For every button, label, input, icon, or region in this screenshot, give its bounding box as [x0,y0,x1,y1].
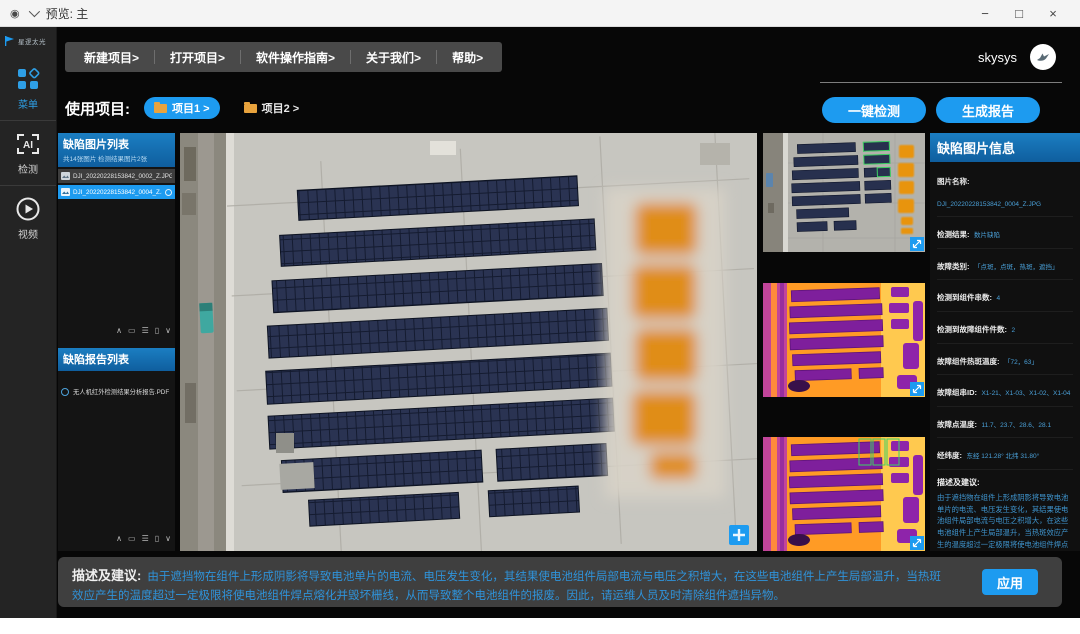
report-list-item[interactable]: 无人机红外检测结果分析报告.PDF [58,385,175,398]
field-string-id: 故障组串ID: X1-21、X1-03、X1-02、X1-04 [937,375,1073,407]
main-menubar: 新建项目> 打开项目> 软件操作指南> 关于我们> 帮助> [65,42,502,72]
image-list-item-selected[interactable]: DJI_20220228153842_0004_Z.JPG [58,185,175,199]
photo-icon [61,172,70,180]
logo-text: 星逻太光 [18,36,46,46]
bottom-advice-bar: 描述及建议:由于遮挡物在组件上形成阴影将导致电池单片的电流、电压发生变化，其结果… [58,557,1062,607]
defect-report-list-header: 缺陷报告列表 [58,348,175,371]
bird-icon [1035,49,1051,65]
minimize-button[interactable]: − [968,0,1002,27]
expand-icon[interactable] [910,382,924,396]
project-tab-1[interactable]: 项目1 > [144,97,220,119]
apply-button[interactable]: 应用 [982,569,1038,595]
field-detect-result: 检测结果: 数片缺陷 [937,217,1073,249]
window-title: 预览: 主 [46,5,89,22]
thumbnail-thermal-2[interactable] [763,437,925,551]
logo-flag-icon [4,35,15,46]
advice-text: 由于遮挡物在组件上形成阴影将导致电池单片的电流、电压发生变化，其结果使电池组件局… [72,571,941,602]
expand-icon[interactable] [910,536,924,550]
description-text: 由于遮挡物在组件上形成阴影将导致电池单片的电流、电压发生变化，其结果使电池组件局… [937,492,1073,551]
project-tab-2[interactable]: 项目2 > [234,97,310,119]
image-list-item[interactable]: DJI_20220228153842_0002_Z.JPG [58,169,175,183]
trash-icon[interactable]: ▯ [155,327,159,335]
user-box: skysys [978,44,1056,70]
app-logo: 星逻太光 [0,27,56,56]
app-content: 星逻太光 菜单 AI 检测 [0,27,1080,618]
menu-open-project[interactable]: 打开项目> [155,42,240,72]
expand-icon[interactable] [910,237,924,251]
field-fault-point-temp: 故障点温度: 11.7、23.7、28.6、28.1 [937,407,1073,439]
main-aerial-image[interactable] [180,133,757,551]
field-lat-lng: 经纬度: 东经 121.28° 北纬 31.80° [937,438,1073,470]
one-key-detect-button[interactable]: 一键检测 [822,97,926,123]
folder-icon[interactable]: ▭ [128,327,136,335]
zoom-plus-button[interactable] [729,525,749,545]
field-hotspot-temp: 故障组件热斑温度: 「72，63」 [937,344,1073,376]
svg-text:AI: AI [23,140,33,151]
collapse-down-icon[interactable]: ∨ [165,327,171,335]
record-icon[interactable]: ◉ [10,7,20,20]
username: skysys [978,50,1017,65]
app-window: ◉ 预览: 主 − □ × 星逻太光 [0,0,1080,634]
header-divider [820,82,1062,83]
advice-label: 描述及建议: [72,568,141,583]
project-bar-label: 使用项目: [65,98,130,119]
defect-image-list-header: 缺陷图片列表 共14张图片 检测结果图片2张 [58,133,175,167]
left-panel: 缺陷图片列表 共14张图片 检测结果图片2张 DJI_2022022815384… [58,133,175,551]
field-fault-module-count: 检测到故障组件件数: 2 [937,312,1073,344]
maximize-button[interactable]: □ [1002,0,1036,27]
field-string-count: 检测到组件串数: 4 [937,280,1073,312]
generate-report-button[interactable]: 生成报告 [936,97,1040,123]
close-button[interactable]: × [1036,0,1070,27]
play-icon [15,196,41,222]
defect-info-panel: 缺陷图片信息 图片名称: DJI_20220228153842_0004_Z.J… [930,133,1080,551]
menu-new-project[interactable]: 新建项目> [69,42,154,72]
defect-image-list-subtitle: 共14张图片 检测结果图片2张 [63,153,170,163]
menu-grid-icon [15,66,41,92]
image-list-toolbar: ∧ ▭ ☰ ▯ ∨ [116,327,171,335]
title-bar: ◉ 预览: 主 − □ × [0,0,1080,27]
menu-help[interactable]: 帮助> [437,42,498,72]
photo-icon [61,188,70,196]
folder-icon [154,104,167,113]
pdf-icon [61,388,69,396]
description-label: 描述及建议: [937,477,1073,488]
blurred-sign [605,188,725,498]
info-panel-title: 缺陷图片信息 [930,133,1080,162]
thumbnail-thermal-1[interactable] [763,283,925,397]
thumbnail-visible-light[interactable] [763,133,925,252]
field-image-name: 图片名称: DJI_20220228153842_0004_Z.JPG [937,164,1073,217]
report-list-toolbar: ∧ ▭ ☰ ▯ ∨ [116,535,171,543]
menu-guide[interactable]: 软件操作指南> [241,42,350,72]
chevron-down-icon[interactable] [28,6,39,17]
menu-about[interactable]: 关于我们> [351,42,436,72]
sidebar-item-menu[interactable]: 菜单 [0,56,56,120]
field-fault-category: 故障类别: 「点斑，点斑，热斑，遮挡」 [937,249,1073,281]
folder-icon[interactable]: ▭ [128,535,136,543]
sidebar-item-video[interactable]: 视频 [0,185,56,250]
collapse-down-icon[interactable]: ∨ [165,535,171,543]
ai-scan-icon: AI [15,131,41,157]
list-icon[interactable]: ☰ [142,327,149,335]
avatar[interactable] [1030,44,1056,70]
collapse-up-icon[interactable]: ∧ [116,535,122,543]
trash-icon[interactable]: ▯ [155,535,159,543]
folder-icon [244,104,257,113]
sidebar: 星逻太光 菜单 AI 检测 [0,27,57,618]
sync-icon [165,189,172,196]
list-icon[interactable]: ☰ [142,535,149,543]
sidebar-item-detect[interactable]: AI 检测 [0,120,56,185]
collapse-up-icon[interactable]: ∧ [116,327,122,335]
project-bar: 使用项目: 项目1 > 项目2 > [65,97,309,119]
